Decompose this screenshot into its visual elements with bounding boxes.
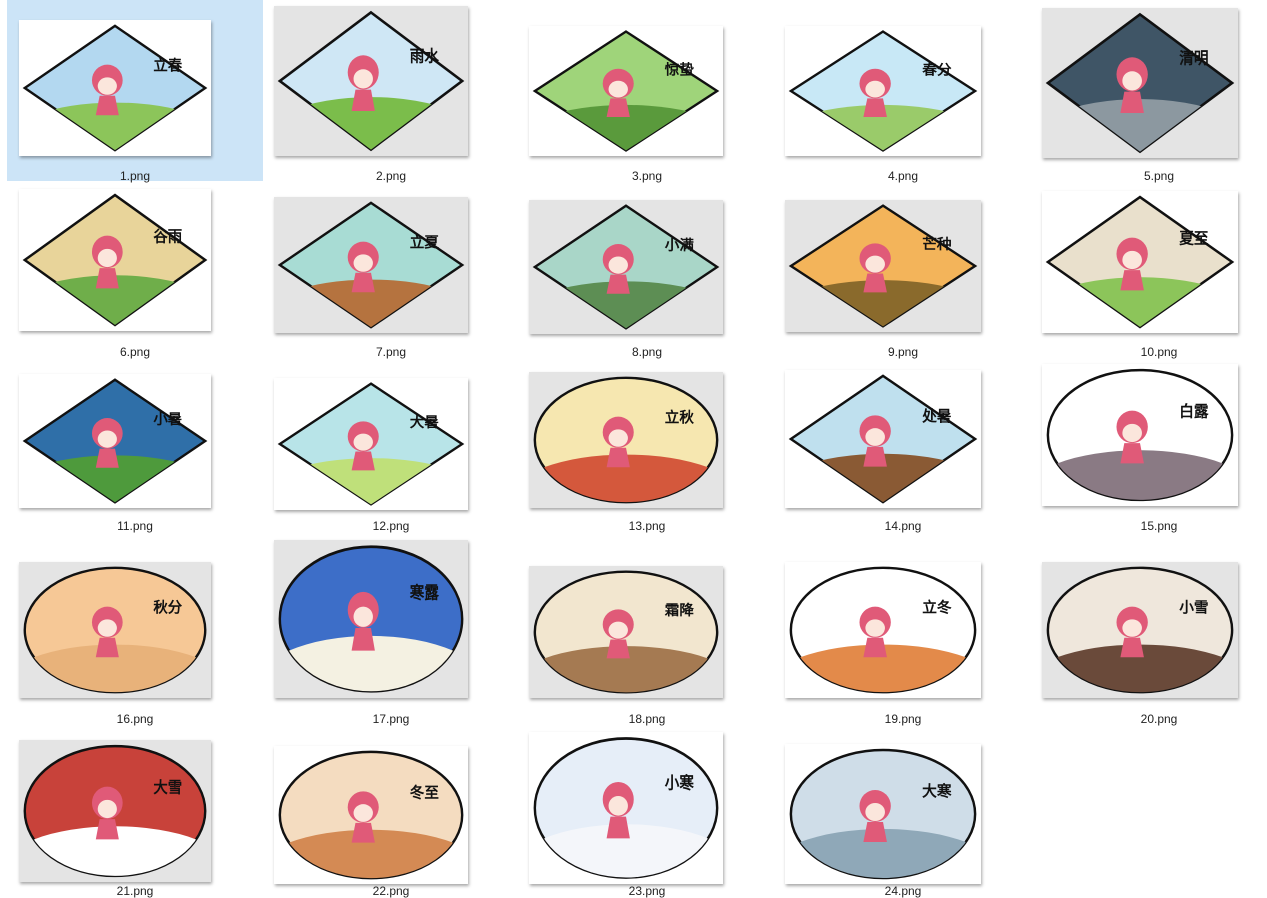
- file-name-label[interactable]: 14.png: [775, 519, 1031, 533]
- thumbnail-art: 处暑: [788, 374, 978, 504]
- thumbnail-art: 谷雨: [22, 193, 208, 327]
- file-thumbnail[interactable]: 雨水: [274, 6, 468, 156]
- thumbnail-art: 夏至: [1045, 195, 1235, 329]
- file-name-label[interactable]: 3.png: [519, 169, 775, 183]
- solar-term-title: 春分: [922, 61, 952, 79]
- file-name-label[interactable]: 9.png: [775, 345, 1031, 359]
- solar-term-title: 小暑: [153, 411, 182, 428]
- file-name-label[interactable]: 24.png: [775, 884, 1031, 898]
- file-thumbnail[interactable]: 大雪: [19, 740, 211, 882]
- file-thumbnail[interactable]: 立夏: [274, 197, 468, 333]
- solar-term-title: 立冬: [922, 599, 952, 617]
- file-name-label[interactable]: 10.png: [1031, 345, 1267, 359]
- thumbnail-art: 小雪: [1046, 566, 1234, 694]
- file-name-label[interactable]: 22.png: [263, 884, 519, 898]
- thumbnail-art: 雨水: [277, 10, 465, 152]
- file-name-label[interactable]: 16.png: [7, 712, 263, 726]
- file-name-label[interactable]: 8.png: [519, 345, 775, 359]
- file-name-label[interactable]: 21.png: [7, 884, 263, 898]
- file-thumbnail[interactable]: 春分: [785, 26, 981, 156]
- file-name-label[interactable]: 12.png: [263, 519, 519, 533]
- thumbnail-art: 大暑: [277, 382, 465, 506]
- solar-term-title: 大雪: [153, 778, 182, 796]
- file-thumbnail[interactable]: 小满: [529, 200, 723, 334]
- file-name-label[interactable]: 6.png: [7, 345, 263, 359]
- thumbnail-art: 立夏: [277, 201, 465, 329]
- thumbnail-art: 立春: [22, 24, 208, 152]
- thumbnail-art: 清明: [1045, 12, 1235, 154]
- file-name-label[interactable]: 5.png: [1031, 169, 1267, 183]
- solar-term-title: 惊蛰: [665, 61, 695, 79]
- solar-term-title: 谷雨: [153, 228, 182, 245]
- file-thumbnail[interactable]: 白露: [1042, 364, 1238, 506]
- file-name-label[interactable]: 11.png: [7, 519, 263, 533]
- thumbnail-art: 白露: [1046, 368, 1234, 502]
- file-name-label[interactable]: 4.png: [775, 169, 1031, 183]
- solar-term-title: 立春: [153, 56, 182, 74]
- thumbnail-art: 冬至: [278, 750, 464, 880]
- solar-term-title: 冬至: [410, 783, 439, 801]
- file-thumbnail[interactable]: 小寒: [529, 732, 723, 884]
- file-name-label[interactable]: 23.png: [519, 884, 775, 898]
- file-thumbnail[interactable]: 夏至: [1042, 191, 1238, 333]
- thumbnail-art: 大雪: [23, 744, 207, 878]
- file-thumbnail[interactable]: 谷雨: [19, 189, 211, 331]
- thumbnail-art: 立秋: [533, 376, 719, 504]
- thumbnail-art: 霜降: [533, 570, 719, 694]
- file-name-label[interactable]: 1.png: [7, 169, 263, 183]
- file-thumbnail[interactable]: 冬至: [274, 746, 468, 884]
- thumbnail-art: 惊蛰: [532, 30, 720, 152]
- file-name-label[interactable]: 19.png: [775, 712, 1031, 726]
- file-thumbnail[interactable]: 芒种: [785, 200, 981, 332]
- solar-term-title: 大暑: [410, 413, 439, 431]
- file-thumbnail[interactable]: 霜降: [529, 566, 723, 698]
- solar-term-title: 芒种: [922, 235, 951, 253]
- file-name-label[interactable]: 20.png: [1031, 712, 1267, 726]
- file-thumbnail[interactable]: 立春: [19, 20, 211, 156]
- solar-term-title: 大寒: [922, 782, 952, 800]
- file-thumbnail[interactable]: 寒露: [274, 540, 468, 698]
- solar-term-title: 小寒: [665, 773, 695, 793]
- file-name-label[interactable]: 18.png: [519, 712, 775, 726]
- solar-term-title: 霜降: [664, 601, 695, 619]
- file-thumbnail[interactable]: 清明: [1042, 8, 1238, 158]
- solar-term-title: 夏至: [1179, 230, 1208, 248]
- thumbnail-art: 秋分: [23, 566, 207, 694]
- file-name-label[interactable]: 7.png: [263, 345, 519, 359]
- file-thumbnail[interactable]: 小雪: [1042, 562, 1238, 698]
- file-name-label[interactable]: 13.png: [519, 519, 775, 533]
- thumbnail-art: 芒种: [788, 204, 978, 328]
- file-thumbnail[interactable]: 立秋: [529, 372, 723, 508]
- solar-term-title: 立夏: [410, 234, 440, 252]
- file-thumbnail[interactable]: 惊蛰: [529, 26, 723, 156]
- file-thumbnail[interactable]: 立冬: [785, 562, 981, 698]
- solar-term-title: 小满: [665, 236, 695, 254]
- file-name-label[interactable]: 17.png: [263, 712, 519, 726]
- solar-term-title: 秋分: [153, 598, 182, 616]
- solar-term-title: 小雪: [1179, 600, 1208, 617]
- thumbnail-art: 春分: [788, 30, 978, 152]
- file-thumbnail[interactable]: 小暑: [19, 374, 211, 508]
- solar-term-title: 寒露: [409, 583, 440, 603]
- file-thumbnail[interactable]: 大寒: [785, 744, 981, 884]
- file-thumbnail[interactable]: 处暑: [785, 370, 981, 508]
- solar-term-title: 处暑: [921, 407, 952, 425]
- solar-term-title: 立秋: [665, 409, 695, 427]
- solar-term-title: 白露: [1179, 403, 1209, 421]
- file-thumbnail[interactable]: 大暑: [274, 378, 468, 510]
- solar-term-title: 雨水: [410, 47, 440, 66]
- thumbnail-art: 小寒: [533, 737, 719, 879]
- file-thumbnail[interactable]: 秋分: [19, 562, 211, 698]
- thumbnail-art: 寒露: [278, 545, 464, 693]
- thumbnail-art: 小满: [532, 204, 720, 330]
- file-name-label[interactable]: 2.png: [263, 169, 519, 183]
- thumbnail-art: 大寒: [789, 748, 977, 880]
- thumbnail-art: 立冬: [789, 566, 977, 694]
- thumbnail-art: 小暑: [22, 378, 208, 504]
- file-name-label[interactable]: 15.png: [1031, 519, 1267, 533]
- solar-term-title: 清明: [1179, 49, 1208, 68]
